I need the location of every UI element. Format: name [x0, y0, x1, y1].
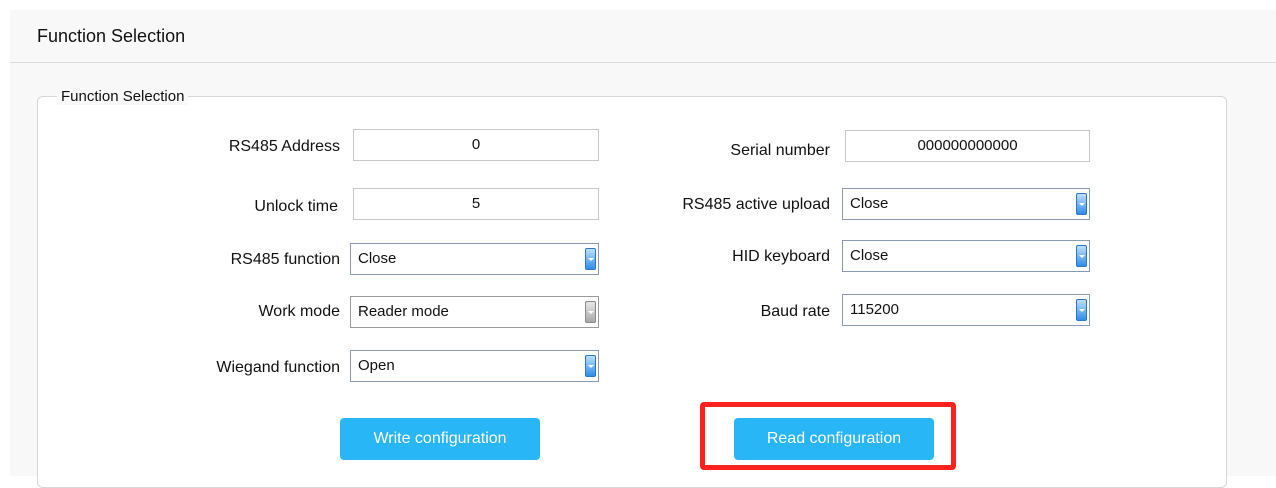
- hid-keyboard-select[interactable]: Close: [842, 240, 1090, 272]
- unlock-time-label: Unlock time: [254, 198, 338, 215]
- unlock-time-field[interactable]: 5: [353, 188, 599, 220]
- rs485-function-label: RS485 function: [230, 251, 340, 268]
- wiegand-function-value: Open: [358, 357, 395, 374]
- chevron-down-icon[interactable]: [1076, 299, 1087, 321]
- hid-keyboard-value: Close: [850, 247, 889, 264]
- chevron-down-icon[interactable]: [585, 248, 596, 270]
- baud-rate-value: 115200: [850, 301, 899, 318]
- rs485-active-upload-select[interactable]: Close: [842, 188, 1090, 220]
- baud-rate-label: Baud rate: [760, 303, 830, 320]
- write-configuration-button[interactable]: Write configuration: [340, 418, 540, 460]
- highlight-box: [700, 402, 956, 470]
- work-mode-select[interactable]: Reader mode: [350, 296, 599, 328]
- header-divider: [10, 62, 1276, 63]
- chevron-down-icon[interactable]: [1076, 245, 1087, 267]
- baud-rate-select[interactable]: 115200: [842, 294, 1090, 326]
- wiegand-function-label: Wiegand function: [216, 359, 340, 376]
- rs485-active-upload-value: Close: [850, 195, 889, 212]
- rs485-address-field[interactable]: 0: [353, 129, 599, 161]
- rs485-function-value: Close: [358, 250, 397, 267]
- chevron-down-icon[interactable]: [1076, 193, 1087, 215]
- work-mode-label: Work mode: [258, 303, 340, 320]
- groupbox-legend: Function Selection: [57, 88, 189, 105]
- wiegand-function-select[interactable]: Open: [350, 350, 599, 382]
- rs485-active-upload-label: RS485 active upload: [682, 196, 830, 213]
- chevron-down-icon[interactable]: [585, 301, 596, 323]
- rs485-function-select[interactable]: Close: [350, 243, 599, 275]
- serial-number-label: Serial number: [730, 142, 830, 159]
- page-title: Function Selection: [37, 26, 186, 46]
- hid-keyboard-label: HID keyboard: [732, 248, 830, 265]
- work-mode-value: Reader mode: [358, 303, 449, 320]
- chevron-down-icon[interactable]: [585, 355, 596, 377]
- rs485-address-label: RS485 Address: [228, 138, 340, 155]
- serial-number-field[interactable]: 000000000000: [845, 130, 1090, 162]
